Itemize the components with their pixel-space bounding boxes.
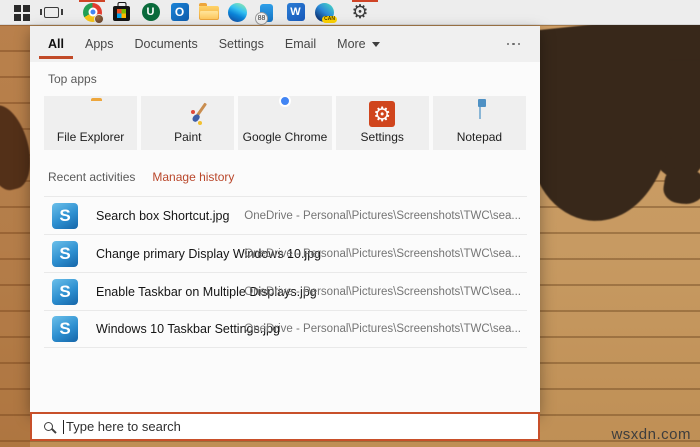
tab-email[interactable]: Email — [285, 26, 316, 62]
top-app-google-chrome[interactable]: Google Chrome — [238, 95, 332, 150]
task-view-button[interactable] — [36, 0, 66, 25]
snagit-file-icon: S — [52, 202, 78, 229]
watermark: wsxdn.com — [611, 426, 691, 443]
search-input[interactable] — [66, 419, 538, 434]
tab-documents[interactable]: Documents — [134, 26, 197, 62]
taskbar-item-u-app[interactable]: U — [136, 0, 165, 25]
taskbar-item-edge[interactable] — [223, 0, 252, 25]
search-flyout-panel: All Apps Documents Settings Email More T… — [30, 26, 540, 412]
tab-apps-label: Apps — [84, 37, 114, 51]
edge-canary-icon: CAN — [315, 2, 337, 23]
tab-all-label: All — [48, 37, 64, 51]
taskbar-search-box[interactable] — [30, 412, 540, 441]
wood-shade-left — [0, 25, 30, 447]
top-app-label: File Explorer — [56, 130, 125, 144]
recent-activities-list: S Search box Shortcut.jpg OneDrive - Per… — [44, 196, 527, 348]
recent-activities-header: Recent activities Manage history — [48, 170, 234, 184]
top-app-paint[interactable]: Paint — [141, 96, 235, 150]
taskbar-item-edge-canary[interactable]: CAN — [310, 0, 339, 25]
manage-history-link[interactable]: Manage history — [152, 170, 234, 184]
taskbar: U O 88 W CAN ⚙ — [0, 0, 700, 25]
tab-more[interactable]: More — [337, 26, 380, 62]
notification-badge: 88 — [255, 11, 268, 25]
top-app-label: Paint — [174, 130, 202, 144]
taskbar-item-chrome[interactable] — [78, 0, 107, 25]
word-icon: W — [286, 3, 305, 21]
text-cursor — [63, 419, 64, 434]
list-item[interactable]: S Windows 10 Taskbar Settings.jpg OneDri… — [44, 310, 527, 348]
task-view-icon — [39, 6, 63, 18]
tab-all[interactable]: All — [39, 26, 73, 62]
snagit-file-icon: S — [52, 278, 78, 305]
outlook-icon: O — [170, 3, 189, 21]
top-apps-title: Top apps — [48, 72, 97, 86]
list-item[interactable]: S Search box Shortcut.jpg OneDrive - Per… — [44, 196, 527, 234]
tab-settings[interactable]: Settings — [219, 26, 264, 62]
canary-badge: CAN — [322, 15, 337, 23]
tab-documents-label: Documents — [134, 37, 198, 51]
tab-apps[interactable]: Apps — [85, 26, 114, 62]
u-app-icon: U — [141, 3, 160, 21]
microsoft-logo-icon — [117, 9, 126, 18]
taskbar-item-outlook[interactable]: O — [165, 0, 194, 25]
search-icon — [44, 422, 53, 431]
top-app-settings[interactable]: ⚙ Settings — [335, 96, 429, 150]
top-app-notepad[interactable]: Notepad — [432, 96, 527, 150]
top-app-label: Google Chrome — [242, 130, 328, 144]
taskbar-item-your-phone[interactable]: 88 — [252, 0, 281, 25]
taskbar-item-file-explorer[interactable] — [194, 0, 223, 25]
running-indicator-settings — [352, 0, 378, 2]
snagit-file-icon: S — [52, 316, 78, 342]
chrome-icon — [83, 2, 104, 24]
file-path: OneDrive - Personal\Pictures\Screenshots… — [244, 285, 521, 298]
phone-icon: 88 — [255, 3, 273, 25]
taskbar-item-word[interactable]: W — [281, 0, 310, 25]
world-map-decoration — [518, 16, 686, 228]
settings-gear-icon: ⚙ — [369, 101, 396, 127]
chrome-profile-avatar — [94, 13, 104, 24]
file-path: OneDrive - Personal\Pictures\Screenshots… — [244, 323, 521, 335]
file-path: OneDrive - Personal\Pictures\Screenshots… — [244, 209, 521, 222]
top-app-label: Notepad — [456, 130, 503, 144]
more-options-button[interactable] — [506, 42, 520, 46]
tab-email-label: Email — [284, 37, 317, 51]
snagit-file-icon: S — [52, 240, 78, 267]
start-button[interactable] — [6, 0, 36, 25]
taskbar-item-microsoft-store[interactable] — [107, 0, 136, 25]
list-item[interactable]: S Change primary Display Windows 10.jpg … — [44, 234, 527, 272]
gear-icon: ⚙ — [351, 0, 369, 23]
top-app-label: Settings — [360, 130, 404, 144]
chevron-down-icon — [371, 41, 380, 47]
microsoft-store-icon — [113, 6, 130, 21]
running-indicator-chrome — [79, 0, 105, 2]
notepad-icon — [479, 100, 482, 119]
tab-settings-label: Settings — [218, 37, 264, 51]
windows-logo-icon — [13, 4, 21, 12]
taskbar-item-settings[interactable]: ⚙ — [345, 0, 375, 25]
list-item[interactable]: S Enable Taskbar on Multiple Displays.jp… — [44, 272, 527, 310]
file-explorer-icon — [198, 3, 219, 20]
top-app-file-explorer[interactable]: File Explorer — [44, 96, 138, 150]
file-title: Search box Shortcut.jpg — [96, 208, 230, 223]
recent-activities-title: Recent activities — [48, 170, 136, 184]
top-apps-row: File Explorer Paint Google Chrome ⚙ Sett… — [44, 95, 527, 150]
search-filter-tabs: All Apps Documents Settings Email More — [30, 26, 540, 62]
tab-more-label: More — [337, 37, 366, 51]
edge-icon — [228, 2, 247, 22]
file-path: OneDrive - Personal\Pictures\Screenshots… — [244, 247, 521, 260]
